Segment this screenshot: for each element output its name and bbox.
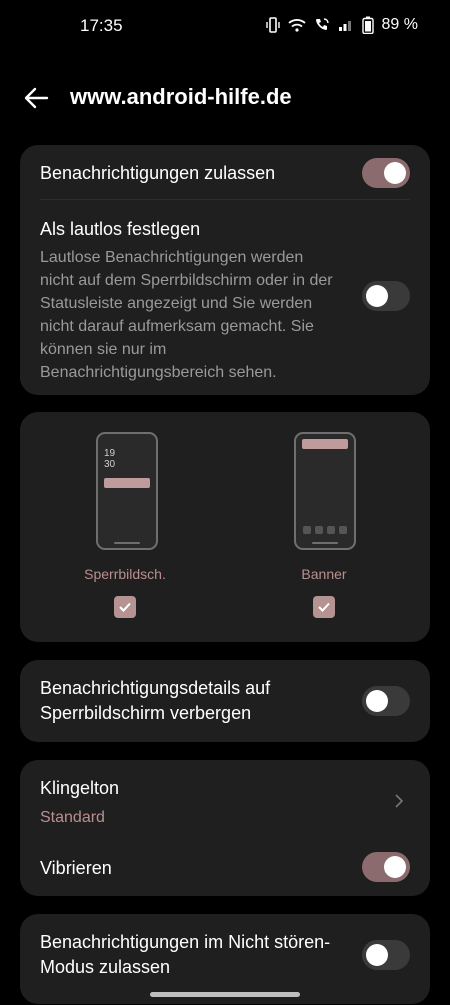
gesture-home-indicator[interactable] bbox=[150, 992, 300, 997]
signal-icon bbox=[338, 21, 351, 31]
silent-row[interactable]: Als lautlos festlegen Lautlose Benachric… bbox=[20, 200, 430, 390]
toggle-knob bbox=[384, 162, 406, 184]
allow-notifications-label: Benachrichtigungen zulassen bbox=[40, 163, 276, 183]
status-time: 17:35 bbox=[80, 16, 123, 35]
wifi-icon bbox=[287, 19, 306, 32]
chevron-right-icon bbox=[395, 794, 404, 808]
banner-checkbox[interactable] bbox=[313, 596, 335, 618]
toggle-knob bbox=[384, 856, 406, 878]
vibrate-toggle[interactable] bbox=[362, 852, 410, 882]
vibrate-label: Vibrieren bbox=[40, 858, 112, 878]
wifi-calling-icon bbox=[315, 18, 329, 30]
back-arrow-icon[interactable] bbox=[22, 84, 50, 112]
banner-style-label: Banner bbox=[301, 566, 347, 582]
dnd-toggle[interactable] bbox=[362, 940, 410, 970]
page-title: www.android-hilfe.de bbox=[70, 84, 292, 109]
home-bar bbox=[114, 542, 140, 544]
silent-toggle[interactable] bbox=[362, 281, 410, 311]
notification-bar bbox=[104, 478, 150, 488]
battery-percent: 89 % bbox=[381, 16, 418, 33]
allow-notifications-toggle[interactable] bbox=[362, 158, 410, 188]
vibrate-row[interactable]: Vibrieren bbox=[20, 844, 430, 896]
silent-description: Lautlose Benachrichtigungen werden nicht… bbox=[40, 249, 333, 381]
silent-title: Als lautlos festlegen bbox=[40, 219, 201, 239]
check-icon bbox=[318, 602, 330, 612]
clock-minute: 30 bbox=[104, 459, 116, 470]
app-bar: www.android-hilfe.de bbox=[0, 78, 450, 118]
banner-preview[interactable] bbox=[294, 432, 356, 550]
lockscreen-checkbox[interactable] bbox=[114, 596, 136, 618]
status-bar: 17:35 89 % bbox=[0, 0, 450, 52]
toggle-knob bbox=[366, 944, 388, 966]
toggle-knob bbox=[366, 285, 388, 307]
vibrate-icon bbox=[265, 17, 280, 33]
lockscreen-style-label: Sperrbildsch. bbox=[84, 566, 166, 582]
hide-details-card[interactable]: Benachrichtigungsdetails auf Sperrbildsc… bbox=[20, 660, 430, 742]
dnd-card[interactable]: Benachrichtigungen im Nicht stören-Modus… bbox=[20, 914, 430, 1004]
allow-notifications-row[interactable]: Benachrichtigungen zulassen bbox=[20, 145, 430, 199]
toggle-knob bbox=[366, 690, 388, 712]
hide-details-toggle[interactable] bbox=[362, 686, 410, 716]
sound-card: Klingelton Standard Vibrieren bbox=[20, 760, 430, 896]
home-bar bbox=[312, 542, 338, 544]
battery-icon bbox=[361, 16, 374, 34]
check-icon bbox=[119, 602, 131, 612]
lockscreen-clock: 19 30 bbox=[104, 448, 115, 470]
hide-details-label: Benachrichtigungsdetails auf Sperrbildsc… bbox=[40, 678, 271, 723]
lockscreen-preview[interactable]: 19 30 bbox=[96, 432, 158, 550]
clock-hour: 19 bbox=[104, 448, 116, 459]
ringtone-label: Klingelton bbox=[40, 778, 120, 798]
notification-bar bbox=[302, 439, 348, 449]
ringtone-row[interactable]: Klingelton Standard bbox=[20, 760, 430, 844]
notification-style-card: 19 30 Sperrbildsch. Banner bbox=[20, 412, 430, 642]
dnd-label: Benachrichtigungen im Nicht stören-Modus… bbox=[40, 932, 331, 977]
app-dock bbox=[303, 526, 347, 534]
status-icons: 89 % bbox=[265, 16, 418, 34]
ringtone-value: Standard bbox=[40, 809, 105, 826]
notification-settings-card: Benachrichtigungen zulassen Als lautlos … bbox=[20, 145, 430, 395]
